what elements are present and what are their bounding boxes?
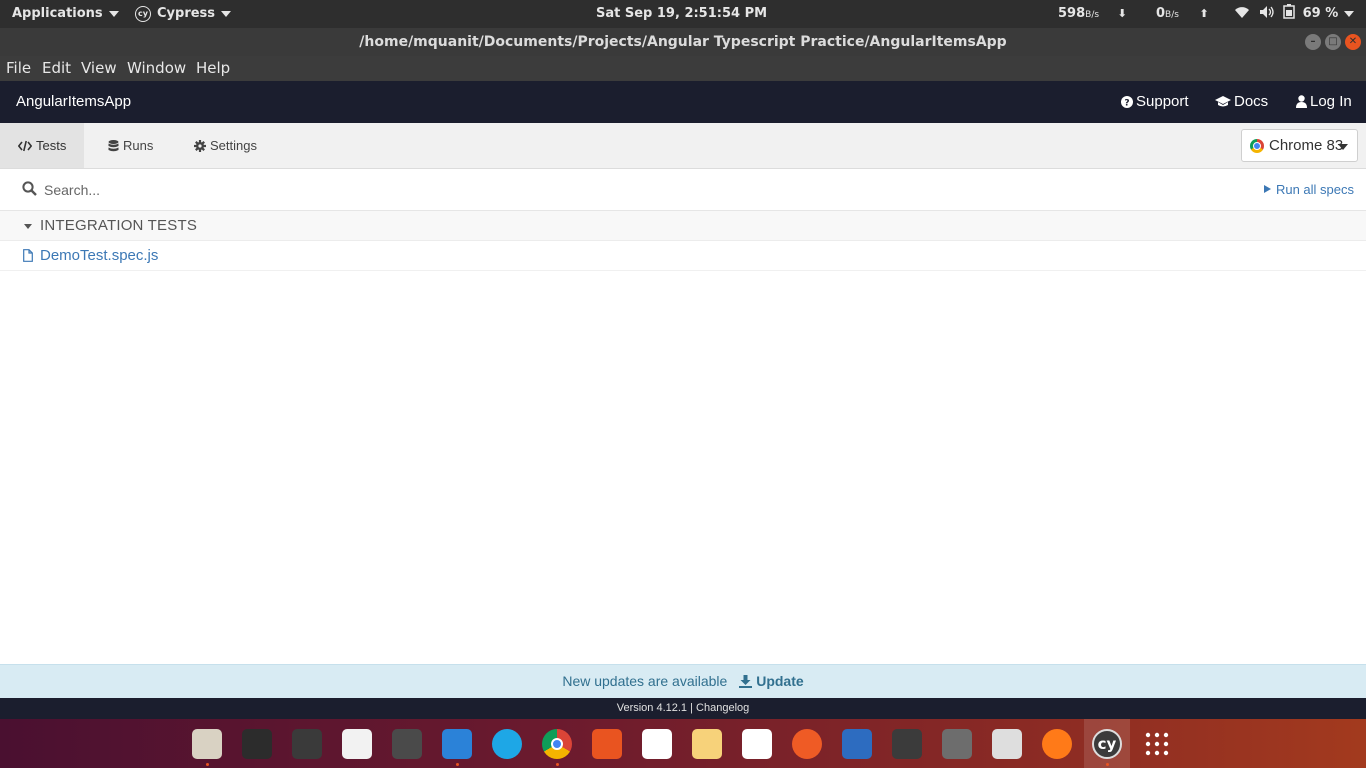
maximize-icon: □ [1328,36,1338,47]
chrome-icon[interactable] [542,729,572,759]
running-indicator [556,763,559,766]
update-message: New updates are available [562,673,728,689]
writer-icon[interactable] [642,729,672,759]
chevron-down-icon [1338,144,1348,150]
software-center-icon[interactable] [592,729,622,759]
window-title: /home/mquanit/Documents/Projects/Angular… [359,34,1007,50]
maximize-button[interactable]: □ [1325,34,1341,50]
system-top-bar: Applications cy Cypress Sat Sep 19, 2:51:… [0,0,1366,28]
impress-icon[interactable] [692,729,722,759]
clock[interactable]: Sat Sep 19, 2:51:54 PM [596,0,767,28]
graduation-cap-icon [1215,96,1231,107]
minimize-icon: – [1310,36,1316,47]
minimize-button[interactable]: – [1305,34,1321,50]
browser-select[interactable]: Chrome 83 [1241,129,1358,162]
integration-tests-folder[interactable]: INTEGRATION TESTS [0,211,1366,241]
upload-arrow-icon: ⬆ [1199,7,1209,20]
selected-browser: Chrome 83 [1269,137,1344,154]
search-icon [22,181,37,196]
docs-link[interactable]: Docs [1215,93,1268,110]
caret-down-icon [24,224,32,229]
firefox-icon[interactable] [1042,729,1072,759]
active-app-label: Cypress [157,6,216,21]
spec-file-name: DemoTest.spec.js [40,247,159,264]
system-monitor-icon[interactable] [292,729,322,759]
changelog-link[interactable]: Changelog [696,702,749,714]
calculator-icon[interactable] [892,729,922,759]
sublime-text-icon[interactable] [392,729,422,759]
cypress-icon: cy [135,5,151,22]
login-link[interactable]: Log In [1296,93,1352,110]
project-name: AngularItemsApp [16,93,132,110]
menu-window[interactable]: Window [127,59,186,77]
specs-search-bar: Run all specs [0,169,1366,211]
applications-label: Applications [12,6,103,21]
net-download-speed: 598B/s ⬇ [1058,6,1127,21]
cypress-icon[interactable]: cy [1092,729,1122,759]
vscode-icon[interactable] [442,729,472,759]
chevron-down-icon [1344,10,1355,17]
folder-label: INTEGRATION TESTS [40,217,198,234]
update-button[interactable]: Update [739,673,804,689]
files-icon[interactable] [192,729,222,759]
window-title-bar: /home/mquanit/Documents/Projects/Angular… [0,28,1366,56]
skype-icon[interactable] [492,729,522,759]
chrome-icon [1250,139,1264,153]
tab-bar: Tests Runs Settings Chrome 83 [0,123,1366,169]
calc-icon[interactable] [742,729,772,759]
system-status-menu[interactable]: 69 % [1234,0,1355,28]
tab-runs[interactable]: Runs [90,123,171,168]
tasks-icon[interactable] [842,729,872,759]
download-arrow-icon: ⬇ [1117,7,1127,20]
svg-text:?: ? [1124,99,1129,109]
postman-icon[interactable] [792,729,822,759]
tab-tests[interactable]: Tests [0,123,85,168]
update-banner: New updates are available Update [0,664,1366,698]
terminal-icon[interactable] [242,729,272,759]
system-settings-icon[interactable] [942,729,972,759]
show-apps-icon[interactable] [1142,729,1172,759]
chevron-down-icon [108,10,119,17]
net-upload-speed: 0B/s ⬆ [1156,6,1209,21]
running-indicator [1106,763,1109,766]
running-indicator [206,763,209,766]
active-app-menu[interactable]: cy Cypress [135,0,232,28]
menu-bar: File Edit View Window Help [0,56,1366,81]
database-icon [108,140,119,152]
code-icon [17,140,33,152]
menu-view[interactable]: View [81,59,117,77]
applications-menu[interactable]: Applications [12,0,119,28]
menu-edit[interactable]: Edit [42,59,71,77]
gear-icon [194,140,206,152]
menu-help[interactable]: Help [196,59,230,77]
menu-file[interactable]: File [6,59,31,77]
app-header: AngularItemsApp ? Support Docs Log In [0,81,1366,123]
tab-settings[interactable]: Settings [176,123,275,168]
battery-percent: 69 % [1302,6,1339,21]
wifi-icon [1235,7,1249,18]
spec-file-row[interactable]: DemoTest.spec.js [0,241,1366,271]
footer: Version 4.12.1 | Changelog [0,698,1366,719]
support-link[interactable]: ? Support [1121,93,1189,110]
search-input[interactable] [44,178,744,202]
footer-separator: | [690,702,693,714]
question-circle-icon: ? [1121,96,1133,109]
text-editor-icon[interactable] [342,729,372,759]
run-all-specs-button[interactable]: Run all specs [1263,182,1354,197]
chevron-down-icon [221,10,232,17]
volume-icon [1259,6,1274,18]
running-indicator [456,763,459,766]
mixer-icon[interactable] [992,729,1022,759]
download-icon [739,675,753,688]
version-text: Version 4.12.1 [616,702,688,714]
file-icon [23,249,33,262]
user-icon [1296,95,1307,108]
play-icon [1263,185,1271,193]
battery-icon [1283,4,1295,19]
close-icon: ✕ [1348,36,1358,47]
close-button[interactable]: ✕ [1345,34,1361,50]
